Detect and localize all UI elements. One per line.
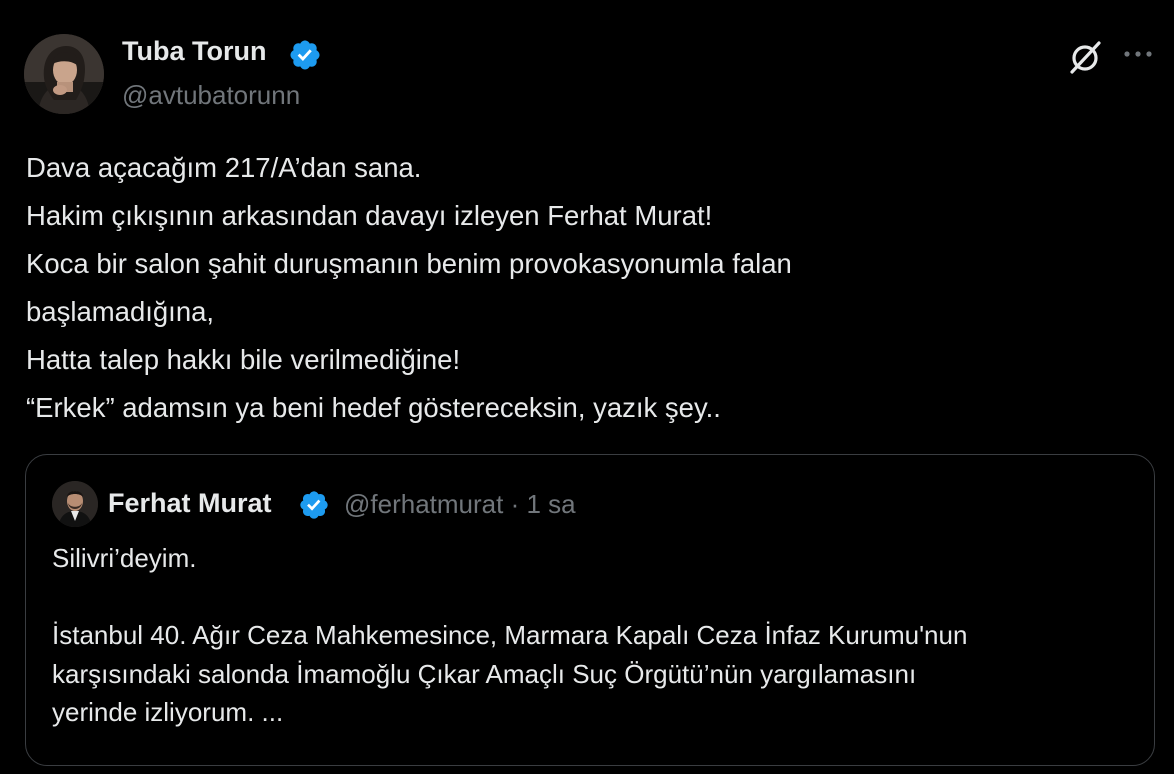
quoted-tweet[interactable]: Ferhat Murat @ferhatmurat · 1 sa Silivri… — [25, 454, 1155, 766]
quoted-text-line: yerinde izliyorum. ... — [52, 697, 284, 727]
quoted-meta: @ferhatmurat · 1 sa — [344, 489, 576, 520]
quoted-author-handle[interactable]: @ferhatmurat — [344, 489, 503, 519]
tweet-text-line: Dava açacağım 217/A’dan sana. — [26, 152, 422, 183]
quoted-author-name[interactable]: Ferhat Murat — [108, 488, 272, 519]
author-avatar-image — [24, 34, 104, 114]
quoted-timestamp[interactable]: 1 sa — [526, 489, 575, 519]
quoted-text-line: İstanbul 40. Ağır Ceza Mahkemesince, Mar… — [52, 620, 968, 650]
more-options-icon[interactable] — [1120, 40, 1156, 70]
grok-icon[interactable] — [1066, 38, 1104, 76]
author-handle[interactable]: @avtubatorunn — [122, 80, 300, 111]
quoted-text-line: karşısındaki salonda İmamoğlu Çıkar Amaç… — [52, 658, 917, 689]
author-name[interactable]: Tuba Torun — [122, 36, 266, 67]
verified-badge-icon[interactable] — [298, 489, 330, 521]
author-avatar[interactable] — [24, 34, 104, 114]
quoted-author-avatar-image — [52, 481, 98, 527]
tweet-text-line: başlamadığına, — [26, 296, 215, 327]
quoted-tweet-text: Silivri’deyim. İstanbul 40. Ağır Ceza Ma… — [52, 539, 1142, 732]
quoted-text-line: Silivri’deyim. — [52, 543, 197, 573]
tweet-text-line: “Erkek” adamsın ya beni hedef gösterecek… — [26, 392, 721, 423]
quoted-text-line — [52, 578, 1142, 617]
meta-separator: · — [510, 489, 520, 519]
tweet-text: Dava açacağım 217/A’dan sana. Hakim çıkı… — [26, 144, 1146, 432]
quoted-author-avatar[interactable] — [52, 481, 98, 527]
verified-badge-icon[interactable] — [288, 38, 322, 72]
tweet-text-line: Hakim çıkışının arkasından davayı izleye… — [26, 200, 713, 231]
tweet-text-line: Koca bir salon şahit duruşmanın benim pr… — [26, 248, 792, 279]
tweet-text-line: Hatta talep hakkı bile verilmediğine! — [26, 344, 461, 375]
tweet-card: Tuba Torun @avtubatorunn Dava açacağım 2… — [0, 0, 1174, 774]
